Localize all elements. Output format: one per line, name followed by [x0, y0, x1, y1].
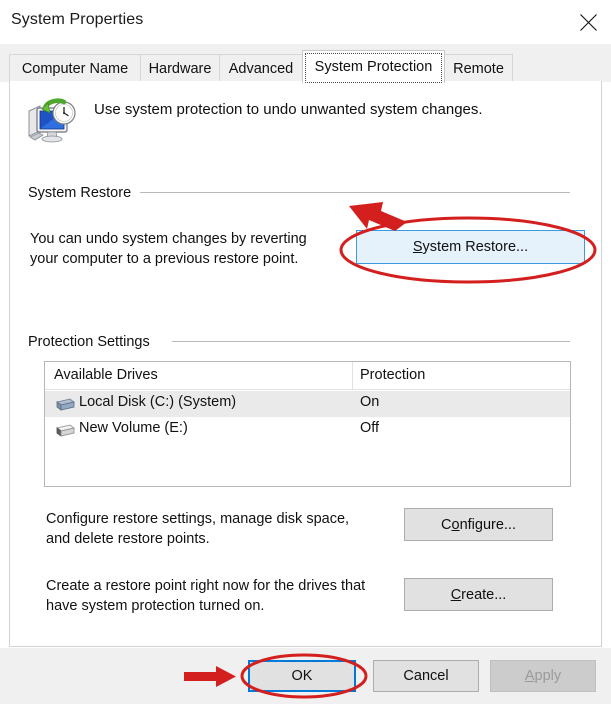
create-description: Create a restore point right now for the…: [46, 576, 406, 616]
configure-button[interactable]: Configure...: [404, 508, 553, 541]
configure-description-line1: Configure restore settings, manage disk …: [46, 511, 350, 527]
system-restore-description-line1: You can undo system changes by reverting: [30, 231, 307, 247]
drive-name: Local Disk (C:) (System): [79, 394, 237, 410]
tab-computer-name[interactable]: Computer Name: [9, 54, 141, 82]
column-header-protection: Protection: [360, 367, 426, 383]
cancel-button[interactable]: Cancel: [373, 660, 479, 692]
list-header-row: Available Drives Protection: [45, 362, 570, 390]
system-restore-button[interactable]: System Restore...: [356, 230, 585, 264]
create-button-label: Create...: [450, 586, 507, 603]
group-label-system-restore: System Restore: [28, 185, 139, 201]
window-title: System Properties: [11, 11, 144, 28]
configure-description: Configure restore settings, manage disk …: [46, 509, 396, 549]
configure-button-label: Configure...: [441, 516, 516, 533]
ok-button[interactable]: OK: [248, 660, 356, 692]
group-label-protection-settings: Protection Settings: [28, 334, 157, 350]
hard-drive-icon-system: [53, 398, 75, 412]
tab-remote[interactable]: Remote: [444, 54, 513, 82]
title-bar: System Properties: [0, 0, 611, 44]
apply-button[interactable]: Apply: [490, 660, 596, 692]
tab-system-protection[interactable]: System Protection: [302, 50, 445, 83]
ok-button-label: OK: [291, 668, 313, 684]
panel-description: Use system protection to undo unwanted s…: [94, 101, 483, 118]
close-window-button[interactable]: [565, 0, 611, 44]
drive-name: New Volume (E:): [79, 420, 188, 436]
column-header-available-drives: Available Drives: [54, 367, 158, 383]
close-icon: [579, 13, 598, 32]
table-row[interactable]: New Volume (E:) Off: [45, 417, 570, 443]
create-description-line2: have system protection turned on.: [46, 598, 265, 614]
tab-label: System Protection: [314, 59, 433, 75]
dialog-footer: OK Cancel Apply: [0, 648, 611, 704]
column-separator: [352, 362, 353, 390]
table-row[interactable]: Local Disk (C:) (System) On: [45, 391, 570, 417]
drive-protection-status: Off: [360, 420, 380, 436]
system-restore-description-line2: your computer to a previous restore poin…: [30, 251, 299, 267]
apply-button-label: Apply: [524, 668, 562, 684]
tab-label: Remote: [453, 60, 504, 77]
tab-strip: Computer Name Hardware Advanced System P…: [0, 44, 611, 83]
group-rule-system-restore: [140, 192, 570, 193]
system-restore-description: You can undo system changes by reverting…: [30, 229, 350, 269]
hard-drive-icon: [53, 424, 75, 438]
system-restore-button-label: System Restore...: [412, 239, 529, 255]
tab-label: Hardware: [148, 60, 212, 77]
group-rule-protection-settings: [172, 341, 570, 342]
drive-protection-status: On: [360, 394, 380, 410]
tab-hardware[interactable]: Hardware: [140, 54, 220, 82]
tab-label: Advanced: [228, 60, 294, 77]
configure-description-line2: and delete restore points.: [46, 531, 210, 547]
create-description-line1: Create a restore point right now for the…: [46, 578, 366, 594]
tab-label: Computer Name: [21, 60, 129, 77]
system-restore-computer-clock-icon: [26, 97, 77, 147]
available-drives-list[interactable]: Available Drives Protection Local Disk (…: [44, 361, 571, 487]
create-button[interactable]: Create...: [404, 578, 553, 611]
tab-advanced[interactable]: Advanced: [219, 54, 303, 82]
cancel-button-label: Cancel: [403, 668, 449, 684]
system-properties-dialog: System Properties Computer Name Hardware…: [0, 0, 611, 704]
